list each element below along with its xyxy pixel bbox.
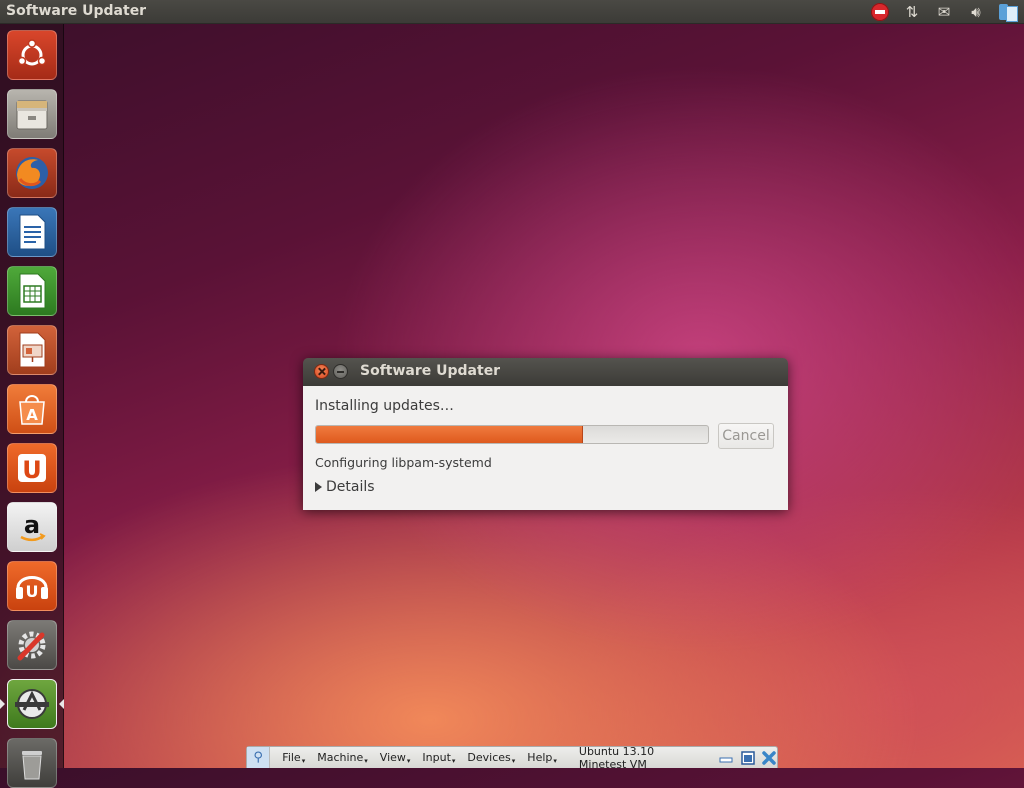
active-window-title: Software Updater [6,3,147,19]
mail-icon[interactable]: ✉ [934,2,954,22]
vbox-menu-machine[interactable]: Machine▾ [317,751,368,765]
minimize-icon[interactable] [333,364,348,379]
launcher-item-libreoffice-calc[interactable] [7,266,57,316]
software-center-icon: A [19,395,45,425]
settings-icon [17,631,46,661]
launcher: A U a U [0,24,64,788]
dialog-body: Installing updates… Cancel Configuring l… [303,386,788,510]
launcher-item-software-updater[interactable] [7,679,57,729]
launcher-item-system-settings[interactable] [7,620,57,670]
exit-fullscreen-icon[interactable] [740,750,755,766]
status-text: Installing updates… [315,398,454,414]
active-indicator [59,699,64,709]
dialog-title: Software Updater [360,363,501,379]
indicator-tray: ⇅ ✉ 🔊︎ [870,0,1018,24]
svg-text:a: a [24,511,40,539]
network-icon[interactable]: ⇅ [902,2,922,22]
software-updater-dialog: Software Updater Installing updates… Can… [303,358,788,510]
ubuntu-one-music-icon: U [16,576,48,601]
expander-arrow-icon [315,482,322,492]
cancel-button[interactable]: Cancel [718,423,774,449]
progress-fill [316,426,583,443]
amazon-icon: a [20,511,46,542]
ubuntu-logo-icon [17,39,47,66]
launcher-item-libreoffice-impress[interactable] [7,325,57,375]
ubuntu-one-icon: U [18,454,46,484]
vm-name: Ubuntu 13.10 Minetest VM [578,744,655,771]
impress-icon [19,332,46,368]
launcher-item-firefox[interactable] [7,148,57,198]
top-panel: Software Updater ⇅ ✉ 🔊︎ [0,0,1024,24]
virtualbox-mini-toolbar: ⚲ File▾ Machine▾ View▾ Input▾ Devices▾ H… [246,744,778,771]
firefox-icon [16,157,48,189]
details-label: Details [326,479,375,495]
close-icon[interactable] [314,364,329,379]
launcher-item-libreoffice-writer[interactable] [7,207,57,257]
running-indicator [0,699,5,709]
calc-icon [19,273,46,309]
launcher-item-dash-home[interactable] [7,30,57,80]
close-vm-icon[interactable] [762,750,777,766]
progress-bar [315,425,709,444]
svg-text:U: U [26,582,39,601]
current-activity-text: Configuring libpam-systemd [315,455,492,470]
minimize-window-icon[interactable] [719,750,734,766]
volume-icon[interactable]: 🔊︎ [966,2,986,22]
vbox-menu-devices[interactable]: Devices▾ [467,751,515,765]
launcher-item-ubuntu-one-music[interactable]: U [7,561,57,611]
launcher-item-trash[interactable] [7,738,57,788]
svg-text:U: U [22,456,42,484]
pin-icon[interactable]: ⚲ [247,747,271,768]
launcher-item-files[interactable] [7,89,57,139]
vbox-menu-input[interactable]: Input▾ [422,751,455,765]
writer-icon [19,214,46,250]
vbox-menu-help[interactable]: Help▾ [527,751,557,765]
updates-icon[interactable] [998,2,1018,22]
launcher-item-ubuntu-software-center[interactable]: A [7,384,57,434]
vbox-menu-file[interactable]: File▾ [282,751,305,765]
vbox-menu-view[interactable]: View▾ [380,751,411,765]
stop-icon[interactable] [870,2,890,22]
svg-text:A: A [26,406,38,424]
trash-icon [22,751,42,780]
dialog-titlebar[interactable]: Software Updater [303,358,788,386]
software-updater-icon [15,689,49,719]
file-cabinet-icon [16,100,48,130]
details-expander[interactable]: Details [315,479,375,495]
launcher-item-ubuntu-one[interactable]: U [7,443,57,493]
launcher-item-amazon[interactable]: a [7,502,57,552]
